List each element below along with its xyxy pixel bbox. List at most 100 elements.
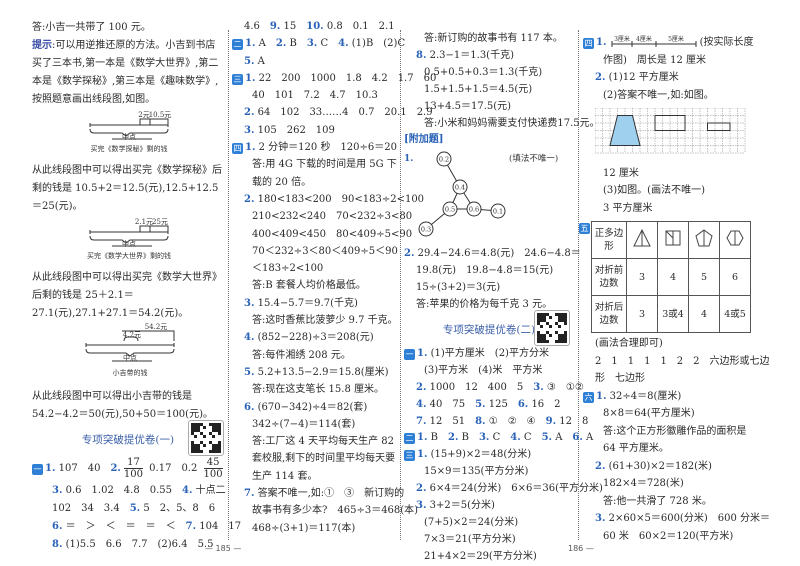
question-number: 5.	[244, 55, 255, 67]
answer-text: 0.17 0.2	[146, 463, 201, 474]
table-header: 正多边形	[591, 221, 627, 259]
diagram-label: 4.2元	[123, 331, 141, 339]
diagram-label: 0.5	[445, 206, 455, 214]
question-number: 4.	[181, 485, 193, 496]
answer-line: 4. 40 75 5. 125 6. 16 2	[404, 397, 574, 414]
answer-line: 答:这时香蕉比菠萝少 9.7 千克。	[232, 312, 398, 329]
answer-text: 70＜232÷3＜80＜409÷5＜90＜183÷2<100	[252, 245, 398, 275]
question-number: 7.	[416, 415, 427, 427]
answer-line: 四 1. 2 分钟＝120 秒 120÷6＝20	[232, 139, 398, 156]
answer-line: 答:小米和妈妈需要支付快递费17.5元。	[404, 116, 600, 133]
answer-text: B	[458, 432, 479, 444]
answer-text: 2 1 1 1 1 2 2 六边形或七边	[595, 355, 770, 367]
answer-line: [附加题]	[404, 132, 574, 149]
diagram-label: 0.2	[439, 156, 449, 164]
answer-line: 答:每件湘绣 208 元。	[232, 347, 398, 364]
answer-text: 5.2+13.5−2.9＝15.8(厘米)	[254, 366, 389, 378]
answer-line: 15÷(3+2)＝3(元)	[404, 280, 574, 297]
answer-text: 102 34 3.4	[52, 503, 130, 514]
question-number: 2.	[595, 460, 606, 472]
diagram-label: 小吉带的钱	[113, 368, 148, 377]
answer-text: 15÷(3+2)＝3(元)	[416, 282, 501, 294]
answer-text: 15.4−5.7＝9.7(千克)	[254, 297, 358, 309]
answer-line: (3)如图。(画法不唯一)	[583, 182, 788, 200]
table-cell	[657, 221, 689, 259]
answer-line: 3 平方厘米	[583, 200, 788, 218]
question-number: 1.	[404, 154, 413, 164]
answer-text: 3+2＝5(分米)	[426, 500, 495, 512]
answer-line: (画法合理即可)	[583, 335, 788, 353]
answer-text: 6×4＝24(分米) 6×6＝36(平方分米)	[426, 483, 603, 495]
answer-line: 60 米 60×2＝120(平方米)	[583, 528, 788, 546]
question-number: 3.	[478, 432, 490, 444]
answer-line: 二 1. B 2. B 3. C 4. C 5. A 6. A	[404, 430, 593, 447]
question-number: 3.	[416, 500, 427, 512]
question-number: 4.	[338, 38, 349, 50]
question-number: 8.	[52, 539, 63, 550]
answer-text: 468÷(3+1)＝117(本)	[252, 522, 356, 534]
answer-text: (61+30)×2＝182(米)	[605, 460, 712, 472]
answer-text: 从此线段图中可以得出买完《数学探秘》后剩的钱是 10.5+2＝12.5(元),1…	[32, 165, 222, 212]
answer-text: B	[427, 432, 448, 444]
answer-line: 2. 180<183<200 90<183÷2<100	[232, 191, 424, 208]
answer-line: 8×8＝64(平方厘米)	[583, 405, 788, 423]
answer-text: 64 平方厘米。	[603, 443, 669, 454]
answer-text: 105 262 109	[254, 124, 335, 136]
answer-line: 8. 2.3−1＝1.3(千克)	[404, 48, 574, 65]
denominator: 100	[203, 468, 223, 480]
number-tree-diagram: 1. (填法不唯一) 0.2 0.4 0.5 0.6 0.1 0.3	[404, 149, 574, 246]
denominator: 100	[123, 468, 143, 480]
answer-line: 6. ＝ ＞ ＜ ＝ ＝ ＜ 7. 104 17	[32, 518, 241, 536]
answer-line: 三 1. (15+9)×2＝48(分米)	[404, 447, 574, 464]
answer-text: 0.5+0.5+0.3＝1.3(千克)	[424, 66, 543, 78]
diagram-label: (填法不唯一)	[509, 153, 558, 164]
section-title: 专项突破提优卷(二)	[404, 309, 574, 346]
answer-text: A	[254, 55, 265, 67]
answer-line: 468÷(3+1)＝117(本)	[232, 520, 398, 537]
question-number: 1.	[245, 72, 256, 84]
question-number: 7.	[244, 488, 255, 500]
answer-text: (画法合理即可)	[595, 338, 663, 349]
answer-line: 15×9＝135(平方分米)	[404, 464, 574, 481]
line-segment-diagram: 54.2元 4.2元 中点 小吉带的钱	[32, 323, 224, 388]
answer-line: 形 七边形	[583, 370, 788, 388]
answer-line: 故事书有多少本? 465÷3＝468(本)	[232, 502, 418, 519]
question-number: 3.	[244, 124, 255, 136]
polygon-table-block: 五 正多边形 对折前边数 3 4 5 6 对折后边数 3 3或4 4 4或5	[579, 221, 788, 333]
answer-column: 答:小吉一共带了 100 元。 提示:可以用逆推还原的方法。小吉到书店买了三本书,…	[32, 19, 241, 554]
question-number: 2.	[416, 381, 427, 393]
answer-text: 107 40	[55, 463, 111, 474]
answer-text: 答:这个正方形徽雕作品的面积是	[603, 425, 747, 437]
section-marker: 一	[32, 464, 43, 475]
column-divider	[228, 30, 229, 540]
answer-line: 7. 答案不唯一,如:① ③ 新订购的	[232, 485, 404, 502]
answer-text: (1)平方厘米 (2)平方分米	[427, 347, 549, 359]
answer-line: 70＜232÷3＜80＜409÷5＜90＜183÷2<100	[232, 243, 398, 278]
question-number: 9.	[545, 415, 557, 427]
answer-text: 12 厘米	[603, 167, 639, 179]
question-number: 5.	[244, 366, 255, 378]
qr-code-icon	[191, 423, 221, 453]
question-number: 1.	[45, 463, 56, 474]
answer-line: 六 1. 32÷4＝8(厘米)	[583, 388, 788, 406]
section-title-text: 专项突破提优卷(一)	[81, 434, 175, 446]
answer-text: (852−228)÷3＝208(元)	[254, 332, 374, 344]
answer-text: 答案不唯一,如:① ③ 新订购的	[254, 488, 405, 500]
table-cell: 4	[657, 258, 689, 296]
question-number: 1.	[245, 38, 256, 50]
answer-text: 4.6	[244, 21, 270, 32]
hint-label: 提示	[32, 40, 52, 51]
answer-line: 答:小吉一共带了 100 元。	[32, 19, 224, 37]
answer-text: C	[489, 432, 511, 444]
answer-text: 13+4.5＝17.5(元)	[424, 100, 512, 112]
answer-text: 答:苹果的价格为每千克 3 元。	[416, 298, 553, 310]
answer-text: 答:现在这支笔长 15.8 厘米。	[252, 384, 384, 396]
answer-line: 从此线段图中可以得出买完《数学大世界》后剩的钱是 25＋2.1＝27.1(元),…	[32, 269, 224, 323]
question-number: 1.	[417, 347, 428, 359]
question-number: 4.	[244, 332, 255, 344]
diagram-label: 中点	[123, 353, 137, 362]
answer-line: 答:工厂这 4 天平均每天生产 82 套校服,剩下的时间里平均每天要生产 114…	[232, 433, 398, 485]
row-label: 对折前边数	[591, 258, 627, 296]
section-marker: 三	[404, 450, 415, 462]
diagram-label: 买完《数学大世界》剩的钱	[87, 251, 171, 260]
